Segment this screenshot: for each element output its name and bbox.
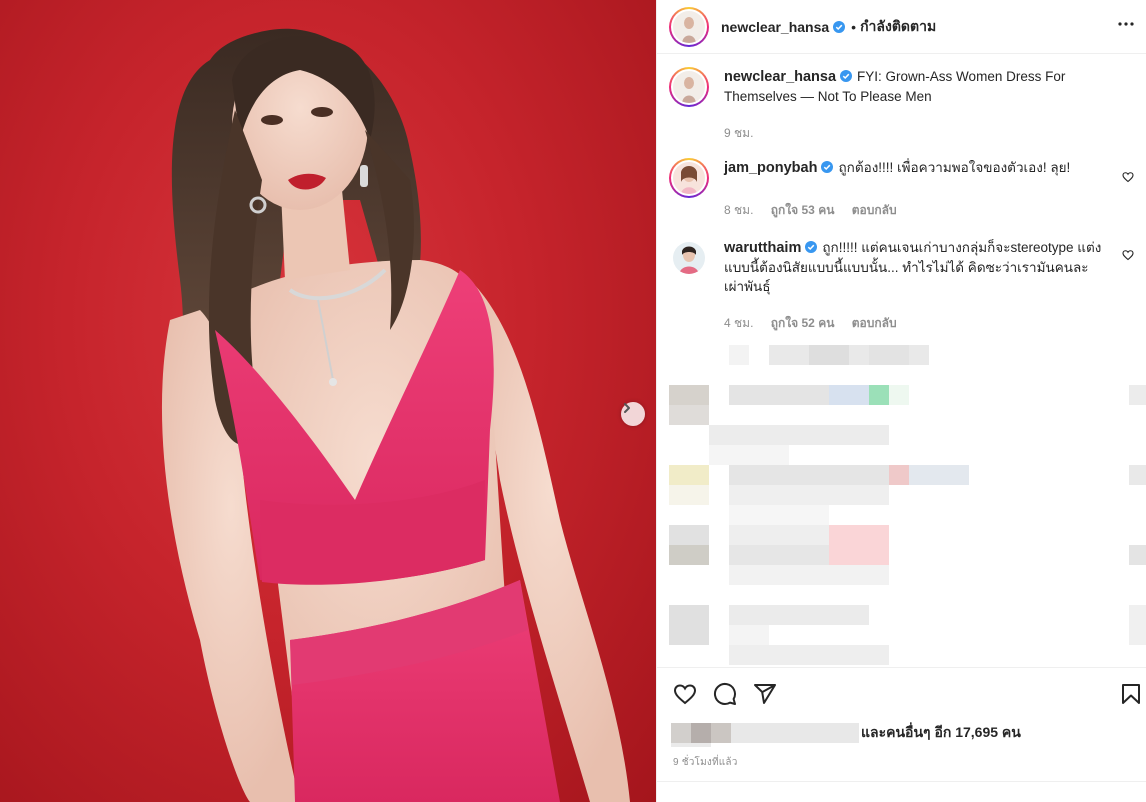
add-comment-bar[interactable] <box>657 781 1146 802</box>
pixelated-comments <box>657 340 1146 667</box>
separator-dot: • <box>851 18 857 35</box>
comments-section[interactable]: newclear_hansa FYI: Grown-Ass Women Dress… <box>657 55 1146 667</box>
comment-icon[interactable] <box>713 682 737 706</box>
verified-badge-icon <box>821 161 834 173</box>
post-photo[interactable] <box>0 0 656 802</box>
chevron-right-icon <box>624 403 630 413</box>
more-options-icon[interactable] <box>1116 14 1136 34</box>
post-sidebar: newclear_hansa • กำลังติดตาม newclear_ha… <box>656 0 1146 802</box>
heart-icon[interactable] <box>673 682 697 706</box>
follow-status[interactable]: กำลังติดตาม <box>860 16 936 38</box>
avatar <box>673 242 705 274</box>
header-username[interactable]: newclear_hansa <box>721 19 829 35</box>
avatar <box>673 10 705 43</box>
heart-icon[interactable] <box>1122 249 1134 261</box>
avatar-ring[interactable] <box>669 6 709 47</box>
comment-item: jam_ponybah ถูกต้อง!!!! เพื่อความพอใจของต… <box>669 158 1134 224</box>
comment-username[interactable]: warutthaim <box>724 240 801 256</box>
comment-avatar-ring[interactable] <box>669 158 709 198</box>
post-time[interactable]: 9 ชั่วโมงที่แล้ว <box>673 755 738 770</box>
comment-username[interactable]: jam_ponybah <box>724 160 817 176</box>
comment-time[interactable]: 4 ชม. <box>724 316 753 330</box>
caption-avatar-ring[interactable] <box>669 67 709 107</box>
comment-item: warutthaim ถูก!!!!! แต่คนเจนเก่าบางกลุ่มก… <box>669 238 1134 338</box>
verified-badge-icon <box>805 241 818 253</box>
avatar <box>673 162 705 194</box>
likes-count[interactable]: และคนอื่นๆ อีก 17,695 คน <box>861 722 1021 744</box>
caption-time[interactable]: 9 ชม. <box>724 126 753 140</box>
post-header: newclear_hansa • กำลังติดตาม <box>657 0 1146 54</box>
caption: newclear_hansa FYI: Grown-Ass Women Dress… <box>669 67 1134 147</box>
comment-text: ถูกต้อง!!!! เพื่อความพอใจของตัวเอง! ลุย! <box>838 160 1071 175</box>
caption-username[interactable]: newclear_hansa <box>724 69 836 85</box>
comment-avatar[interactable] <box>669 238 709 278</box>
verified-badge-icon <box>840 70 853 82</box>
paper-plane-icon[interactable] <box>753 682 777 706</box>
pixelated-usernames <box>671 723 859 747</box>
comment-time[interactable]: 8 ชม. <box>724 203 753 217</box>
comment-likes[interactable]: ถูกใจ 52 คน <box>771 316 835 330</box>
avatar <box>673 71 705 103</box>
likes-summary[interactable]: และคนอื่นๆ อีก 17,695 คน <box>671 722 1021 747</box>
reply-button[interactable]: ตอบกลับ <box>852 203 897 217</box>
photo-illustration <box>161 28 630 802</box>
verified-badge-icon <box>833 20 846 33</box>
bookmark-icon[interactable] <box>1119 682 1143 706</box>
post-actions: และคนอื่นๆ อีก 17,695 คน 9 ชั่วโมงที่แล้… <box>657 667 1146 802</box>
next-photo-button[interactable] <box>621 402 645 426</box>
heart-icon[interactable] <box>1122 171 1134 183</box>
comment-likes[interactable]: ถูกใจ 53 คน <box>771 203 835 217</box>
reply-button[interactable]: ตอบกลับ <box>852 316 897 330</box>
